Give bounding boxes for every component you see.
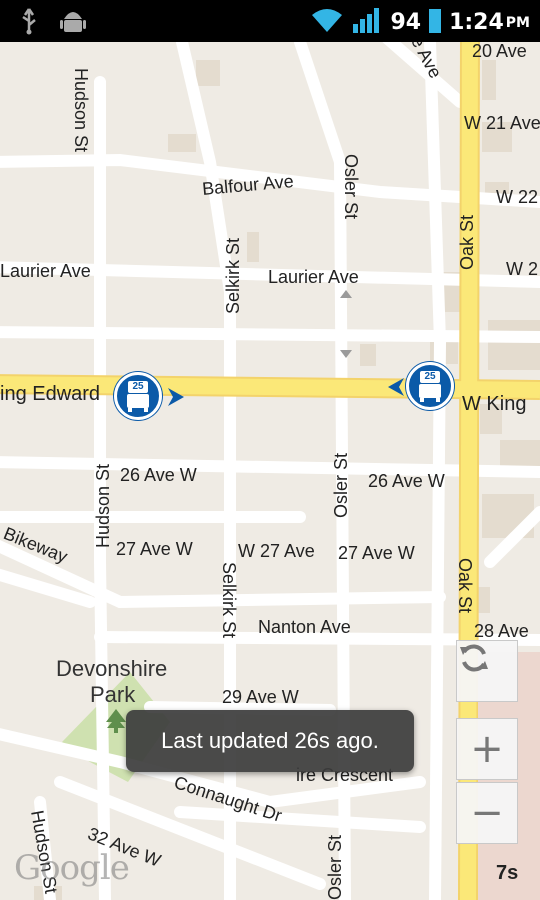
street-label: Hudson St [71,68,91,153]
street-label: 27 Ave W [338,543,415,563]
android-debug-icon [60,7,86,40]
usb-icon [18,7,40,40]
street-label: 26 Ave W [120,465,197,485]
street-label: W 2 [506,259,539,279]
street-label: Laurier Ave [268,267,359,287]
street-label: 29 Ave W [222,687,299,707]
street-label: Osler St [331,452,351,518]
google-logo: Google [14,848,130,888]
street-label: W 22 [496,187,539,207]
street-label: Laurier Ave [0,261,91,281]
street-label: Oak St [455,558,475,614]
street-label: Selkirk St [219,562,239,639]
bus-route-number: 25 [128,381,148,393]
refresh-button[interactable] [456,640,518,702]
street-label: W King [462,393,527,415]
wifi-icon [310,6,344,39]
park-label-line2: Park [90,682,136,707]
street-label: W 27 Ave [238,541,315,561]
street-label: ing Edward [0,383,101,405]
street-label: Oak St [457,214,477,270]
battery-icon [429,6,442,39]
street-label: Osler St [325,834,345,900]
clock-ampm: PM [505,14,530,31]
street-label: Hudson St [93,463,113,548]
signal-icon [352,6,382,39]
bus-icon [419,384,441,398]
street-label: W 21 Ave [464,113,540,133]
clock-time: 1:24 [449,10,504,35]
street-label: 20 Ave [472,42,527,61]
park-label-line1: Devonshire [56,656,168,681]
battery-percent: 94 [390,10,422,35]
bus-icon [127,394,149,408]
street-label: 27 Ave W [116,539,193,559]
street-label: 28 Ave [474,621,529,641]
zoom-out-button[interactable]: − [456,782,518,844]
street-label: 26 Ave W [368,471,445,491]
zoom-in-button[interactable]: + [456,718,518,780]
toast-message: Last updated 26s ago. [126,710,414,772]
bus-marker[interactable]: 25 [406,362,454,410]
street-label: Selkirk St [223,237,243,314]
street-label: Nanton Ave [258,617,351,637]
refresh-countdown: 7s [496,862,519,884]
bus-route-number: 25 [420,371,440,383]
street-label: Osler St [341,154,361,220]
status-bar: 94 1:24 PM [0,0,540,42]
bus-marker[interactable]: 25 [114,372,162,420]
